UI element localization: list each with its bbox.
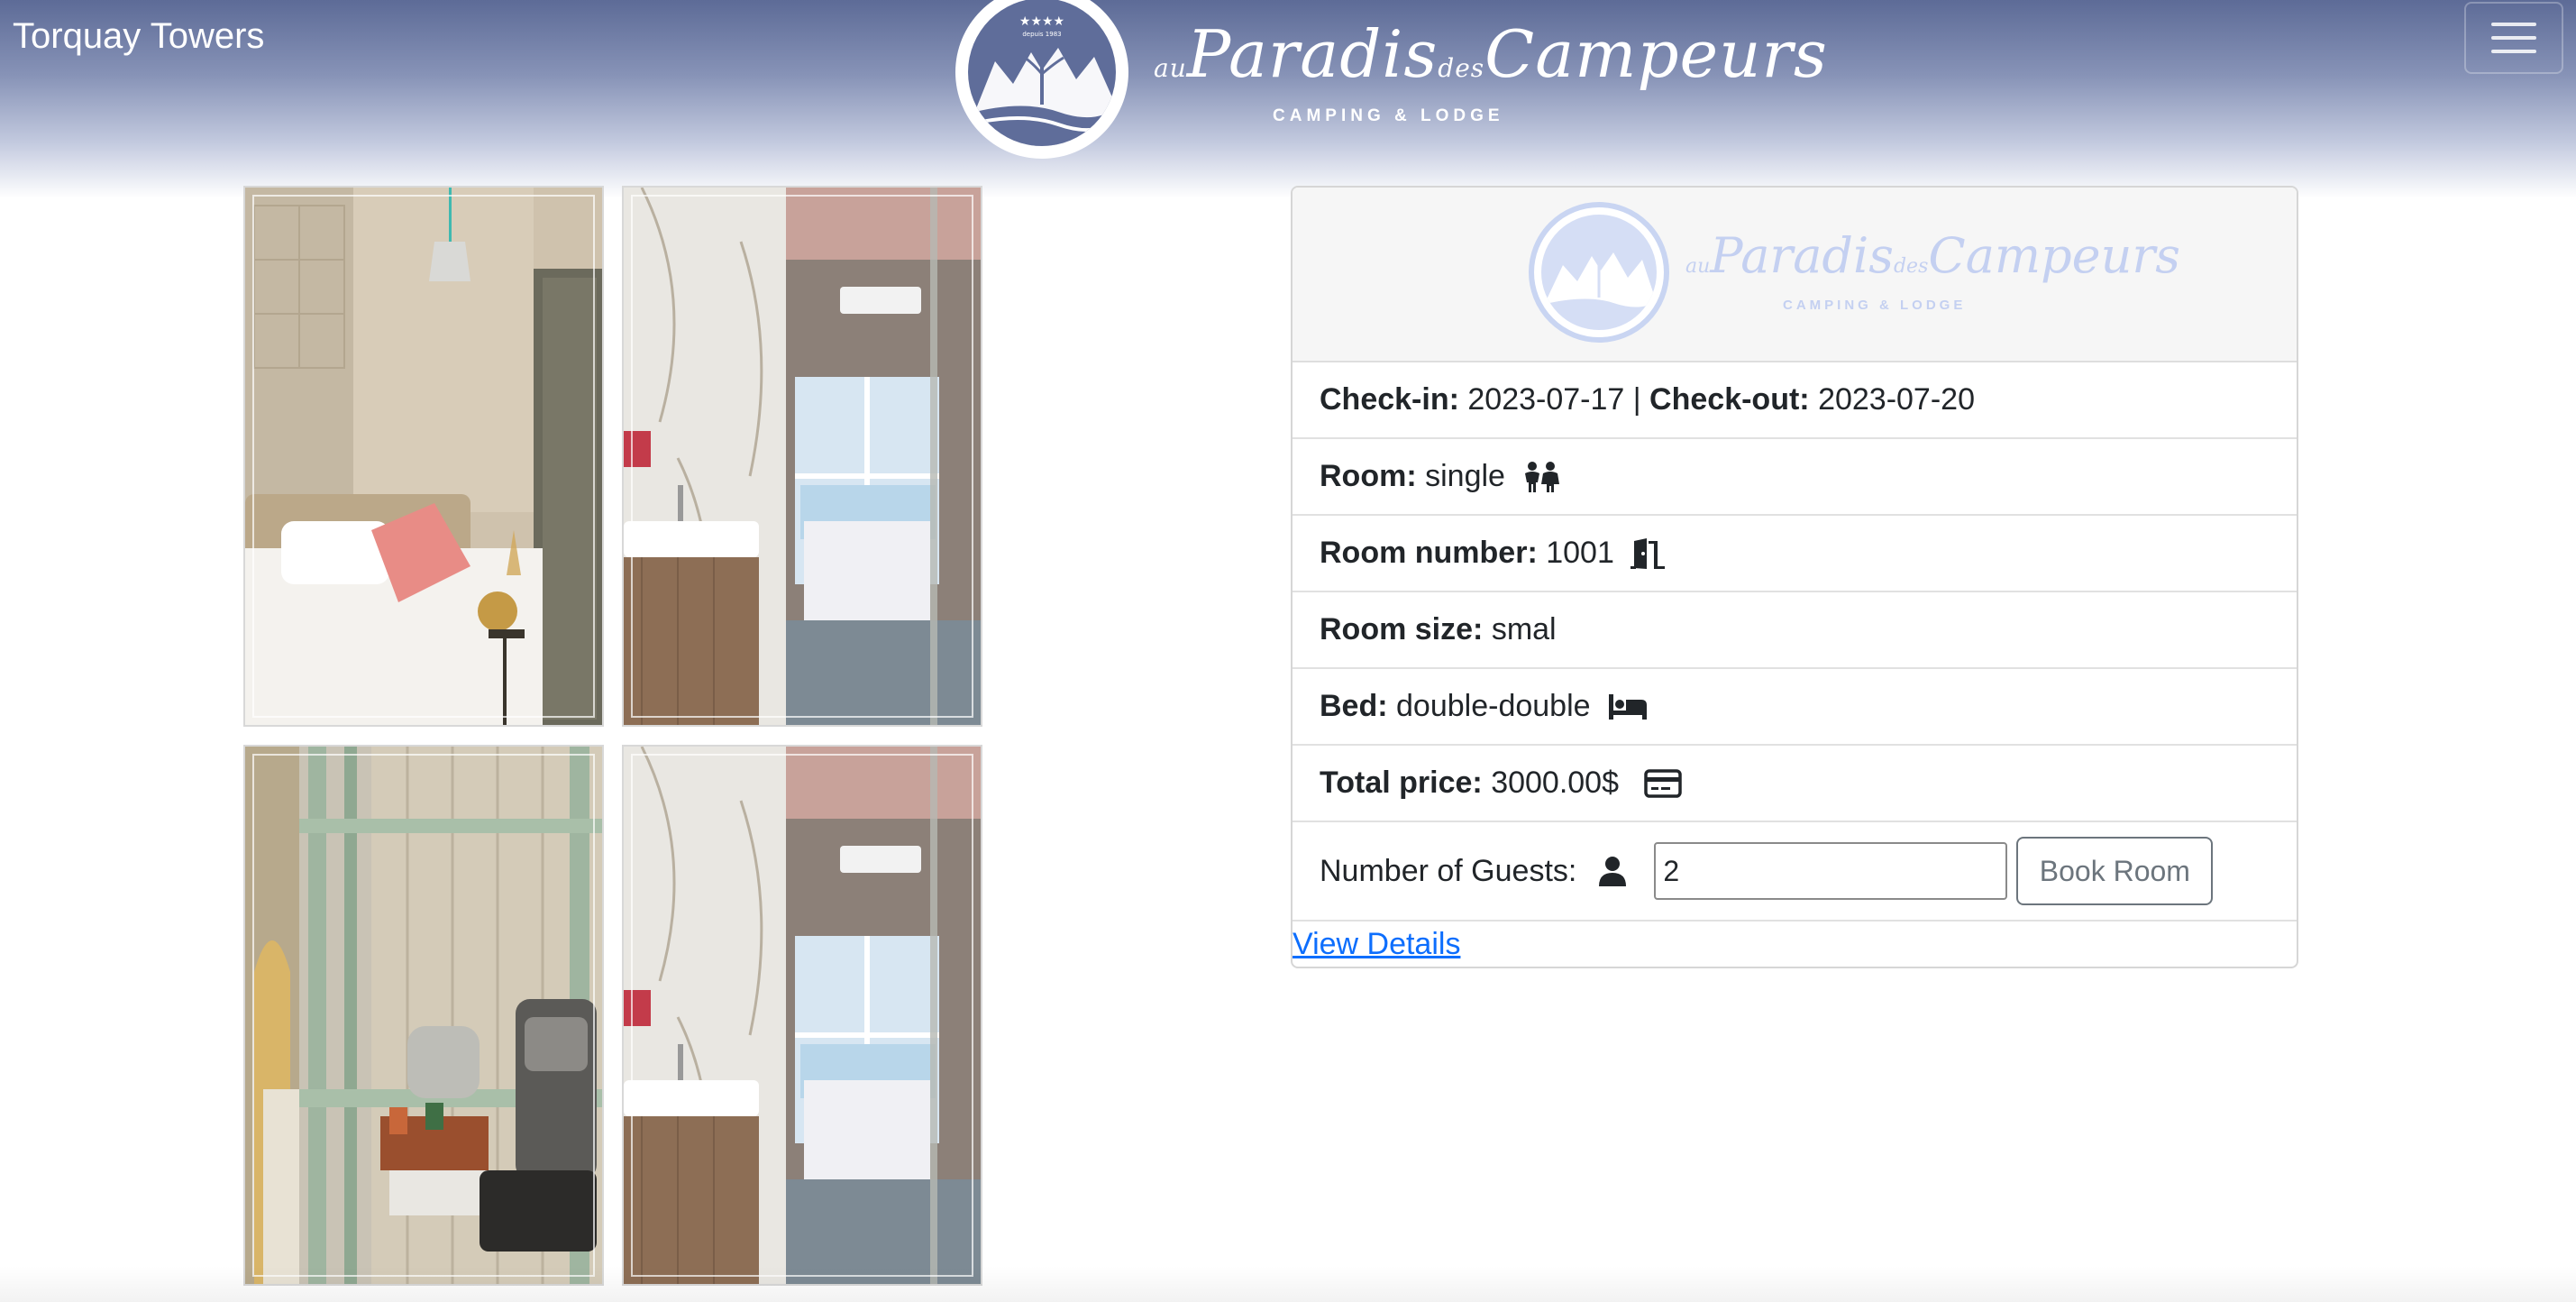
guests-input[interactable] — [1654, 842, 2008, 900]
book-room-button[interactable]: Book Room — [2016, 837, 2214, 905]
guests-label: Number of Guests: — [1320, 853, 1577, 888]
logo-stars: ★★★★ — [1019, 14, 1064, 29]
page: Torquay Towers ★★★★ depuis 1983 auParadi… — [0, 0, 2576, 1302]
card-logo-tagline: CAMPING & LODGE — [1783, 298, 1967, 313]
card-logo-wordmark: auParadisdesCampeurs — [1685, 227, 2180, 284]
booking-card: auParadisdesCampeurs CAMPING & LODGE Che… — [1291, 186, 2298, 968]
logo-emblem: ★★★★ depuis 1983 — [955, 0, 1128, 159]
logo-circle-text: depuis 1983 — [1022, 31, 1061, 38]
checkin-label: Check-in: — [1320, 382, 1459, 417]
view-details-link[interactable]: View Details — [1293, 927, 2297, 962]
price-value: 3000.00$ — [1491, 766, 1619, 800]
bed-row: Bed: double-double — [1293, 669, 2297, 746]
checkin-checkout-row: Check-in: 2023-07-17 | Check-out: 2023-0… — [1293, 362, 2297, 439]
room-size-label: Room size: — [1320, 612, 1484, 646]
checkout-value: 2023-07-20 — [1818, 382, 1975, 417]
room-number-value: 1001 — [1546, 536, 1614, 570]
logo-wordmark: auParadisdesCampeurs — [1154, 16, 1828, 92]
credit-card-icon — [1644, 768, 1682, 798]
logo-tree-icon: ★★★★ depuis 1983 — [968, 0, 1116, 146]
children-icon — [1521, 461, 1561, 493]
bed-icon — [1607, 692, 1649, 721]
card-logo-tree-icon — [1541, 215, 1657, 330]
date-separator: | — [1632, 382, 1641, 417]
logo-tagline: CAMPING & LODGE — [1273, 106, 1504, 125]
room-number-label: Room number: — [1320, 536, 1538, 570]
bed-label: Bed: — [1320, 689, 1388, 723]
navbar-brand[interactable]: Torquay Towers — [13, 16, 264, 57]
price-label: Total price: — [1320, 766, 1483, 800]
room-size-row: Room size: smal — [1293, 592, 2297, 669]
room-photo-bathroom — [622, 186, 982, 727]
card-header-logo: auParadisdesCampeurs CAMPING & LODGE — [1293, 188, 2297, 362]
room-value: single — [1425, 459, 1505, 493]
bed-value: double-double — [1396, 689, 1591, 723]
room-photo-bathroom-2 — [622, 745, 982, 1286]
door-open-icon — [1630, 537, 1667, 570]
room-size-value: smal — [1491, 612, 1557, 646]
room-label: Room: — [1320, 459, 1417, 493]
room-number-row: Room number: 1001 — [1293, 516, 2297, 592]
room-photo-shelf — [243, 745, 604, 1286]
checkout-label: Check-out: — [1649, 382, 1810, 417]
navbar-toggler-button[interactable] — [2464, 2, 2563, 74]
hamburger-icon — [2491, 23, 2536, 26]
navbar: Torquay Towers ★★★★ depuis 1983 auParadi… — [0, 0, 2576, 198]
room-type-row: Room: single — [1293, 439, 2297, 516]
card-logo-emblem — [1529, 202, 1669, 343]
room-photo-bedroom — [243, 186, 604, 727]
guests-row: Number of Guests: Book Room — [1293, 822, 2297, 921]
checkin-value: 2023-07-17 — [1467, 382, 1625, 417]
user-icon — [1598, 856, 1627, 886]
total-price-row: Total price: 3000.00$ — [1293, 746, 2297, 822]
